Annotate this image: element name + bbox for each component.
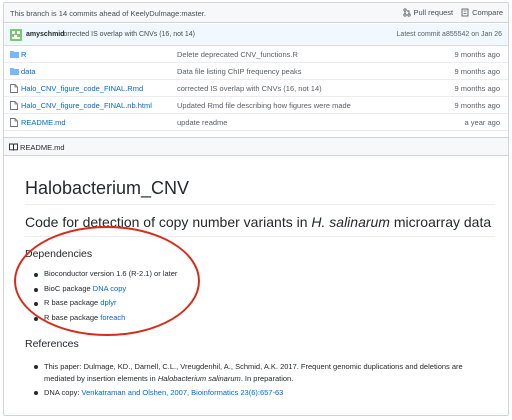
references-list: This paper: Dulmage, KD., Darnell, C.L.,…	[32, 361, 492, 402]
compare-icon	[461, 8, 469, 17]
file-age: a year ago	[464, 118, 500, 127]
file-commit-message[interactable]: update readme	[177, 118, 227, 127]
file-icon	[10, 84, 18, 93]
commit-meta[interactable]: Latest commit a855542 on Jan 26	[397, 31, 502, 38]
dnacopy-citation-link[interactable]: Venkatraman and Olshen, 2007, Bioinforma…	[82, 388, 284, 397]
file-row-nb-html[interactable]: Halo_CNV_figure_code_FINAL.nb.html Updat…	[4, 97, 508, 114]
file-commit-message[interactable]: Updated Rmd file describing how figures …	[177, 101, 351, 110]
file-row-rmd[interactable]: Halo_CNV_figure_code_FINAL.Rmd corrected…	[4, 80, 508, 97]
branch-status-text: This branch is 14 commits ahead of Keely…	[10, 9, 206, 18]
subtitle-text: Code for detection of copy number varian…	[25, 214, 312, 230]
file-age: 9 months ago	[454, 84, 500, 93]
file-name[interactable]: R	[21, 50, 26, 59]
commit-author[interactable]: amyschmid	[26, 31, 65, 38]
branch-status-bar: This branch is 14 commits ahead of Keely…	[4, 3, 508, 23]
file-row-data[interactable]: data Data file listing ChIP frequency pe…	[4, 63, 508, 80]
reference-species: Halobacterium salinarum	[157, 373, 241, 383]
references-heading: References	[25, 338, 79, 350]
file-name[interactable]: Halo_CNV_figure_code_FINAL.Rmd	[21, 84, 143, 93]
compare-label: Compare	[472, 8, 503, 17]
readme-title: Halobacterium_CNV	[25, 178, 190, 198]
reference-text: DNA copy:	[44, 388, 82, 397]
file-age: 9 months ago	[454, 67, 500, 76]
file-commit-message[interactable]: Delete deprecated CNV_functions.R	[177, 50, 298, 59]
title-divider	[25, 204, 495, 205]
book-icon	[9, 143, 18, 151]
folder-icon	[10, 67, 19, 75]
subtitle-text-end: microarray data	[389, 214, 492, 230]
subtitle-species: H. salinarum	[311, 214, 390, 230]
repo-file-browser: This branch is 14 commits ahead of Keely…	[3, 2, 509, 416]
file-list: R Delete deprecated CNV_functions.R 9 mo…	[4, 46, 508, 131]
red-annotation-ellipse	[14, 226, 200, 336]
file-icon	[10, 101, 18, 110]
file-row-r[interactable]: R Delete deprecated CNV_functions.R 9 mo…	[4, 46, 508, 63]
pull-request-label: Pull request	[413, 8, 454, 17]
file-row-readme[interactable]: README.md update readme a year ago	[4, 114, 508, 131]
avatar[interactable]	[10, 29, 22, 41]
readme-filename: README.md	[20, 143, 65, 152]
file-name[interactable]: data	[21, 67, 36, 76]
file-commit-message[interactable]: Data file listing ChIP frequency peaks	[177, 67, 302, 76]
compare-link[interactable]: Compare	[461, 8, 503, 17]
readme-header: README.md	[4, 137, 508, 156]
commit-message[interactable]: corrected IS overlap with CNVs (16, not …	[60, 31, 195, 38]
file-name[interactable]: Halo_CNV_figure_code_FINAL.nb.html	[21, 101, 152, 110]
list-item: DNA copy: Venkatraman and Olshen, 2007, …	[32, 387, 492, 399]
list-item: This paper: Dulmage, KD., Darnell, C.L.,…	[32, 361, 492, 384]
folder-icon	[10, 50, 19, 58]
branch-actions: Pull request Compare	[402, 8, 503, 17]
file-commit-message[interactable]: corrected IS overlap with CNVs (16, not …	[177, 84, 322, 93]
reference-text-end: . In preparation.	[240, 373, 294, 383]
pull-request-icon	[402, 8, 411, 17]
pull-request-link[interactable]: Pull request	[402, 8, 454, 17]
file-name[interactable]: README.md	[21, 118, 66, 127]
file-age: 9 months ago	[454, 101, 500, 110]
file-age: 9 months ago	[454, 50, 500, 59]
file-icon	[10, 118, 18, 127]
latest-commit-bar: amyschmid corrected IS overlap with CNVs…	[4, 24, 508, 46]
